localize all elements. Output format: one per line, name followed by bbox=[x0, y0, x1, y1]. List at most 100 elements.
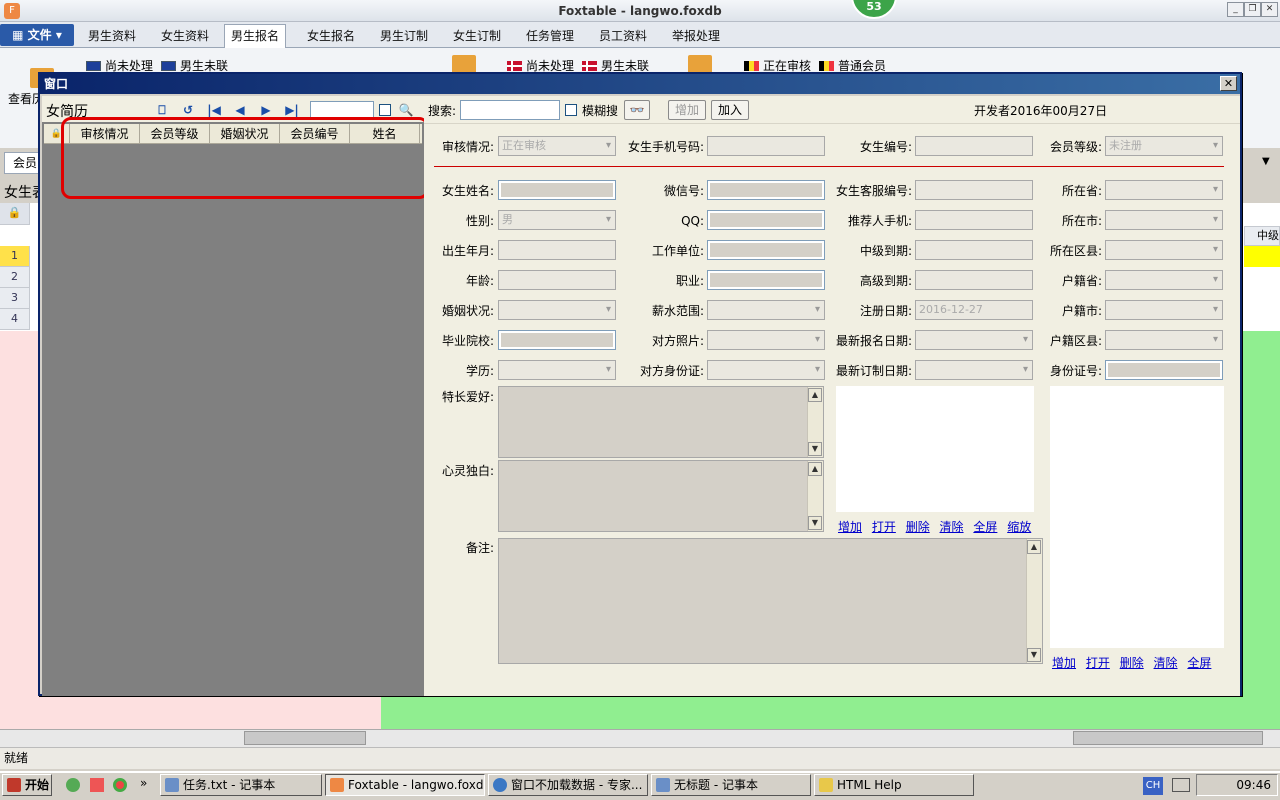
scroll-thumb[interactable] bbox=[244, 731, 366, 745]
tab-male-profile[interactable]: 男生资料 bbox=[82, 27, 142, 47]
taskbar-item-html-help[interactable]: HTML Help bbox=[814, 774, 974, 796]
female-service-id-field[interactable] bbox=[915, 180, 1033, 200]
tab-male-signup[interactable]: 男生报名 bbox=[224, 24, 287, 48]
photo-fullscreen-link[interactable]: 全屏 bbox=[973, 520, 997, 534]
hukou-district-select[interactable] bbox=[1105, 330, 1223, 350]
label-salary-range: 薪水范围: bbox=[651, 304, 704, 318]
chrome-icon[interactable] bbox=[113, 778, 127, 792]
row-number[interactable]: 4 bbox=[0, 309, 30, 330]
school-field[interactable] bbox=[498, 330, 616, 350]
grid-cell[interactable] bbox=[1244, 246, 1280, 267]
row-number[interactable]: 2 bbox=[0, 267, 30, 288]
id-clear-link[interactable]: 清除 bbox=[1154, 656, 1178, 670]
row-number[interactable]: 1 bbox=[0, 246, 30, 267]
taskbar-item-browser[interactable]: 窗口不加载数据 - 专家... bbox=[488, 774, 648, 796]
referrer-phone-field[interactable] bbox=[915, 210, 1033, 230]
ie-icon[interactable] bbox=[66, 778, 80, 792]
mid-expire-field[interactable] bbox=[915, 240, 1033, 260]
taskbar-item-foxtable[interactable]: Foxtable - langwo.foxdb bbox=[325, 774, 485, 796]
minimize-icon[interactable]: _ bbox=[1227, 2, 1244, 17]
grid-corner[interactable]: 🔒 bbox=[0, 203, 30, 225]
label-referrer-phone: 推荐人手机: bbox=[847, 214, 912, 228]
education-select[interactable] bbox=[498, 360, 616, 380]
label-hukou-province: 户籍省: bbox=[1061, 274, 1102, 288]
tab-female-profile[interactable]: 女生资料 bbox=[155, 27, 215, 47]
restore-icon[interactable]: ❐ bbox=[1244, 2, 1261, 17]
tab-female-custom[interactable]: 女生订制 bbox=[447, 27, 507, 47]
district-select[interactable] bbox=[1105, 240, 1223, 260]
gender-select[interactable]: 男 bbox=[498, 210, 616, 230]
keyboard-icon[interactable] bbox=[1172, 778, 1190, 792]
photo-add-link[interactable]: 增加 bbox=[838, 520, 862, 534]
occupation-field[interactable] bbox=[707, 270, 825, 290]
photo-zoom-link[interactable]: 缩放 bbox=[1007, 520, 1031, 534]
id-number-field[interactable] bbox=[1105, 360, 1223, 380]
tab-task-management[interactable]: 任务管理 bbox=[520, 27, 580, 47]
start-button[interactable]: 开始 bbox=[2, 774, 52, 796]
language-indicator[interactable]: CH bbox=[1143, 777, 1163, 795]
id-open-link[interactable]: 打开 bbox=[1086, 656, 1110, 670]
id-card-box[interactable] bbox=[1050, 386, 1224, 648]
system-clock[interactable]: 09:46 bbox=[1196, 774, 1278, 796]
register-date-field[interactable]: 2016-12-27 bbox=[915, 300, 1033, 320]
partner-photo-select[interactable] bbox=[707, 330, 825, 350]
list-checkbox[interactable] bbox=[379, 104, 391, 116]
join-button[interactable]: 加入 bbox=[711, 100, 749, 120]
employer-field[interactable] bbox=[707, 240, 825, 260]
hobby-textarea[interactable]: ▲ ▼ bbox=[498, 386, 824, 458]
search-input[interactable] bbox=[460, 100, 560, 120]
scroll-thumb-right[interactable] bbox=[1073, 731, 1263, 745]
member-level-select[interactable]: 未注册 bbox=[1105, 136, 1223, 156]
label-wechat: 微信号: bbox=[663, 184, 704, 198]
tab-staff-profile[interactable]: 员工资料 bbox=[593, 27, 653, 47]
latest-signup-date-select[interactable] bbox=[915, 330, 1033, 350]
label-partner-id-card: 对方身份证: bbox=[639, 364, 704, 378]
monologue-textarea[interactable]: ▲ ▼ bbox=[498, 460, 824, 532]
photo-delete-link[interactable]: 删除 bbox=[906, 520, 930, 534]
id-links: 增加 打开 删除 清除 全屏 bbox=[1052, 654, 1211, 671]
hukou-city-select[interactable] bbox=[1105, 300, 1223, 320]
chevron-down-icon[interactable]: ▼ bbox=[1262, 156, 1270, 167]
fuzzy-search-checkbox[interactable] bbox=[565, 104, 577, 116]
remark-textarea[interactable]: ▲ ▼ bbox=[498, 538, 1043, 664]
chevron-right-icon[interactable]: » bbox=[140, 776, 147, 790]
id-fullscreen-link[interactable]: 全屏 bbox=[1187, 656, 1211, 670]
taskbar-item-notepad-untitled[interactable]: 无标题 - 记事本 bbox=[651, 774, 811, 796]
marital-status-select[interactable] bbox=[498, 300, 616, 320]
female-name-field[interactable] bbox=[498, 180, 616, 200]
add-button[interactable]: 增加 bbox=[668, 100, 706, 120]
id-add-link[interactable]: 增加 bbox=[1052, 656, 1076, 670]
id-delete-link[interactable]: 删除 bbox=[1120, 656, 1144, 670]
tab-male-custom[interactable]: 男生订制 bbox=[374, 27, 434, 47]
partner-id-card-select[interactable] bbox=[707, 360, 825, 380]
hukou-province-select[interactable] bbox=[1105, 270, 1223, 290]
taskbar-item-notepad-task[interactable]: 任务.txt - 记事本 bbox=[160, 774, 322, 796]
photo-open-link[interactable]: 打开 bbox=[872, 520, 896, 534]
file-menu-button[interactable]: ▦ 文件 ▾ bbox=[0, 24, 74, 46]
wechat-field[interactable] bbox=[707, 180, 825, 200]
tab-female-signup[interactable]: 女生报名 bbox=[301, 27, 361, 47]
flag-icon bbox=[507, 61, 522, 71]
row-number[interactable]: 3 bbox=[0, 288, 30, 309]
app-icon[interactable] bbox=[90, 778, 104, 792]
label-partner-photo: 对方照片: bbox=[651, 334, 704, 348]
tab-report-handling[interactable]: 举报处理 bbox=[666, 27, 726, 47]
senior-expire-field[interactable] bbox=[915, 270, 1033, 290]
city-select[interactable] bbox=[1105, 210, 1223, 230]
close-icon[interactable]: ✕ bbox=[1220, 76, 1237, 91]
female-phone-field[interactable] bbox=[707, 136, 825, 156]
close-app-icon[interactable]: ✕ bbox=[1261, 2, 1278, 17]
label-remark: 备注: bbox=[465, 541, 494, 555]
binoculars-icon[interactable]: 👓 bbox=[624, 100, 650, 120]
review-status-select[interactable]: 正在审核 bbox=[498, 136, 616, 156]
column-header-mid[interactable]: 中级 bbox=[1244, 226, 1280, 246]
female-id-field[interactable] bbox=[915, 136, 1033, 156]
qq-field[interactable] bbox=[707, 210, 825, 230]
age-field[interactable] bbox=[498, 270, 616, 290]
birth-date-field[interactable] bbox=[498, 240, 616, 260]
province-select[interactable] bbox=[1105, 180, 1223, 200]
photo-clear-link[interactable]: 清除 bbox=[940, 520, 964, 534]
salary-range-select[interactable] bbox=[707, 300, 825, 320]
latest-custom-date-select[interactable] bbox=[915, 360, 1033, 380]
photo-box[interactable] bbox=[836, 386, 1034, 512]
